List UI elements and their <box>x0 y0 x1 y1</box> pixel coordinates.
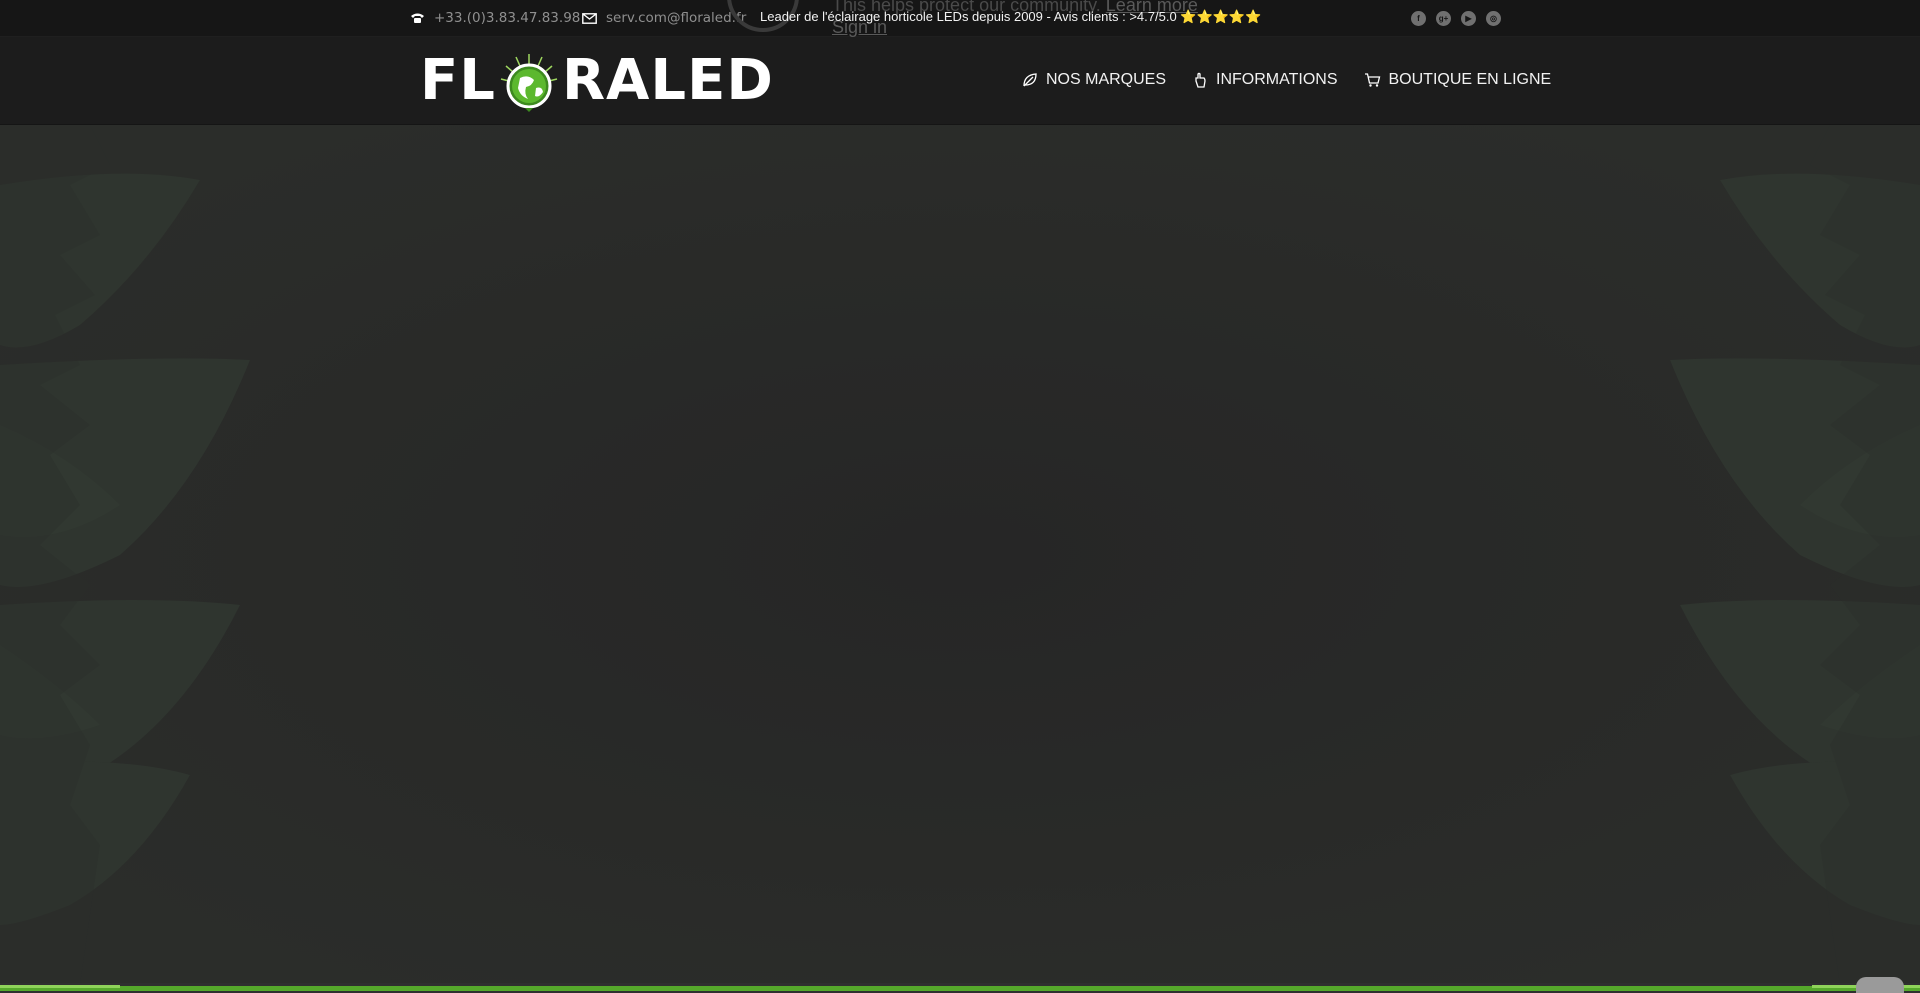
email-address[interactable]: serv.com@floraled.fr <box>606 10 746 26</box>
tagline: Leader de l'éclairage horticole LEDs dep… <box>760 9 1261 25</box>
nav-item-boutique-en-ligne[interactable]: BOUTIQUE EN LIGNE <box>1364 71 1552 89</box>
main-nav: NOS MARQUES INFORMATIONS BOUTIQUE EN LIG… <box>1022 71 1551 89</box>
bottom-accent-bar <box>0 983 1920 993</box>
facebook-icon[interactable]: f <box>1411 11 1426 26</box>
leaf-background-illustration <box>0 125 1920 985</box>
nav-label: NOS MARQUES <box>1046 71 1167 88</box>
nav-label: INFORMATIONS <box>1216 71 1338 88</box>
phone-icon <box>411 13 424 23</box>
nav-item-informations[interactable]: INFORMATIONS <box>1192 71 1338 89</box>
phone-number[interactable]: +33.(0)3.83.47.83.98 <box>434 10 580 26</box>
tagline-text: Leader de l'éclairage horticole LEDs dep… <box>760 9 1177 24</box>
accent-highlight-left <box>0 985 120 988</box>
rating-stars: ⭐⭐⭐⭐⭐ <box>1180 9 1262 24</box>
site-header: FL RALED NOS MARQUES INFORMATIONS BOUTIQ… <box>0 37 1920 125</box>
youtube-icon[interactable]: ▶ <box>1461 11 1476 26</box>
logo-text-left: FL <box>420 48 496 113</box>
pointer-hand-icon <box>1195 72 1206 88</box>
nav-label: BOUTIQUE EN LIGNE <box>1388 71 1552 88</box>
site-logo[interactable]: FL RALED <box>420 37 774 124</box>
globe-logo-icon <box>500 53 558 112</box>
chat-widget-button[interactable] <box>1856 977 1904 993</box>
email-contact[interactable]: serv.com@floraled.fr <box>582 10 746 26</box>
mail-icon <box>582 12 597 24</box>
logo-text-right: RALED <box>561 48 774 113</box>
leaf-icon <box>1023 73 1037 87</box>
social-links: f g+ ▶ ◎ <box>1411 11 1501 26</box>
cart-icon <box>1364 73 1380 87</box>
phone-contact[interactable]: +33.(0)3.83.47.83.98 <box>410 10 580 26</box>
top-info-bar: +33.(0)3.83.47.83.98 serv.com@floraled.f… <box>0 0 1920 37</box>
google-plus-icon[interactable]: g+ <box>1436 11 1451 26</box>
instagram-icon[interactable]: ◎ <box>1486 11 1501 26</box>
hero-background <box>0 125 1920 985</box>
accent-line <box>0 986 1920 991</box>
nav-item-nos-marques[interactable]: NOS MARQUES <box>1022 71 1166 89</box>
